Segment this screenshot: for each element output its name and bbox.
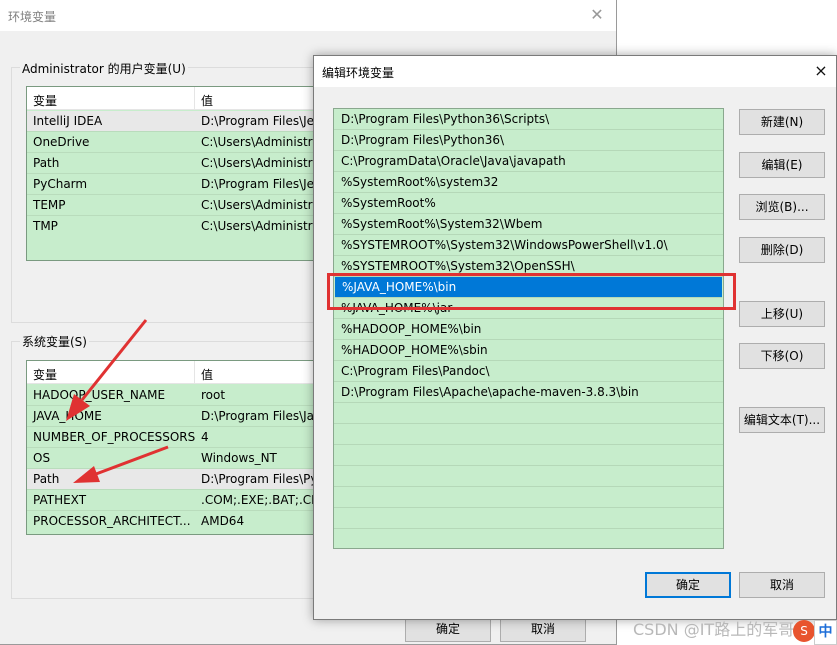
highlight-annotation-box <box>327 273 736 310</box>
system-variables-list[interactable]: 变量 值 HADOOP_USER_NAME root JAVA_HOME D:\… <box>26 360 326 535</box>
system-variables-label: 系统变量(S) <box>20 333 89 350</box>
list-item[interactable]: %SystemRoot%\system32 <box>334 172 723 193</box>
edit-text-button[interactable]: 编辑文本(T)... <box>739 407 825 433</box>
list-item-empty[interactable] <box>334 487 723 508</box>
table-row[interactable]: PROCESSOR_ARCHITECT... AMD64 <box>27 511 325 532</box>
edit-dialog-title: 编辑环境变量 <box>322 66 395 80</box>
app-logo-icon: S <box>793 620 815 642</box>
move-up-button[interactable]: 上移(U) <box>739 301 825 327</box>
list-item[interactable]: %SystemRoot%\System32\Wbem <box>334 214 723 235</box>
table-row[interactable]: Path D:\Program Files\Py <box>27 469 325 490</box>
cancel-button[interactable]: 取消 <box>739 572 825 598</box>
list-item[interactable]: %HADOOP_HOME%\bin <box>334 319 723 340</box>
table-row[interactable]: JAVA_HOME D:\Program Files\Ja <box>27 406 325 427</box>
list-item[interactable]: D:\Program Files\Apache\apache-maven-3.8… <box>334 382 723 403</box>
list-item-empty[interactable] <box>334 403 723 424</box>
list-item-empty[interactable] <box>334 424 723 445</box>
table-row[interactable]: PyCharm D:\Program Files\Je <box>27 174 325 195</box>
list-item-empty[interactable] <box>334 445 723 466</box>
table-row[interactable]: HADOOP_USER_NAME root <box>27 385 325 406</box>
list-item-empty[interactable] <box>334 529 723 548</box>
edit-button[interactable]: 编辑(E) <box>739 152 825 178</box>
user-variables-label: Administrator 的用户变量(U) <box>20 60 188 77</box>
list-item[interactable]: C:\ProgramData\Oracle\Java\javapath <box>334 151 723 172</box>
bg-window-title: 环境变量 <box>8 10 57 24</box>
table-row[interactable]: OneDrive C:\Users\Administra <box>27 132 325 153</box>
list-item-empty[interactable] <box>334 466 723 487</box>
system-list-header: 变量 值 <box>27 361 325 384</box>
close-icon[interactable]: × <box>810 60 832 82</box>
list-item[interactable]: %SYSTEMROOT%\System32\WindowsPowerShell\… <box>334 235 723 256</box>
table-row[interactable]: OS Windows_NT <box>27 448 325 469</box>
user-list-header: 变量 值 <box>27 87 325 110</box>
system-col-variable[interactable]: 变量 <box>33 366 57 383</box>
list-item[interactable]: %SystemRoot% <box>334 193 723 214</box>
table-row[interactable]: Path C:\Users\Administra <box>27 153 325 174</box>
path-entries-list[interactable]: D:\Program Files\Python36\Scripts\ D:\Pr… <box>333 108 724 549</box>
ime-indicator[interactable]: 中 <box>814 620 837 645</box>
csdn-watermark: CSDN @IT路上的军哥 <box>633 620 795 639</box>
list-item[interactable]: D:\Program Files\Python36\Scripts\ <box>334 109 723 130</box>
list-item[interactable]: D:\Program Files\Python36\ <box>334 130 723 151</box>
table-row[interactable]: TMP C:\Users\Administra <box>27 216 325 237</box>
table-row[interactable]: PATHEXT .COM;.EXE;.BAT;.CM <box>27 490 325 511</box>
browse-button[interactable]: 浏览(B)... <box>739 194 825 220</box>
user-variables-list[interactable]: 变量 值 IntelliJ IDEA D:\Program Files\Je O… <box>26 86 326 261</box>
user-col-value[interactable]: 值 <box>201 92 213 109</box>
table-row[interactable]: IntelliJ IDEA D:\Program Files\Je <box>27 111 325 132</box>
table-row[interactable]: NUMBER_OF_PROCESSORS 4 <box>27 427 325 448</box>
delete-button[interactable]: 删除(D) <box>739 237 825 263</box>
list-item[interactable]: %HADOOP_HOME%\sbin <box>334 340 723 361</box>
edit-environment-variable-dialog: 编辑环境变量 × D:\Program Files\Python36\Scrip… <box>313 55 837 620</box>
move-down-button[interactable]: 下移(O) <box>739 343 825 369</box>
table-row[interactable]: TEMP C:\Users\Administra <box>27 195 325 216</box>
bg-close-icon[interactable]: ✕ <box>586 4 608 26</box>
list-item[interactable]: C:\Program Files\Pandoc\ <box>334 361 723 382</box>
new-button[interactable]: 新建(N) <box>739 109 825 135</box>
ok-button[interactable]: 确定 <box>645 572 731 598</box>
edit-titlebar: 编辑环境变量 × <box>314 56 836 87</box>
list-item-empty[interactable] <box>334 508 723 529</box>
system-col-value[interactable]: 值 <box>201 366 213 383</box>
bg-titlebar: 环境变量 ✕ <box>0 0 616 31</box>
user-col-variable[interactable]: 变量 <box>33 92 57 109</box>
